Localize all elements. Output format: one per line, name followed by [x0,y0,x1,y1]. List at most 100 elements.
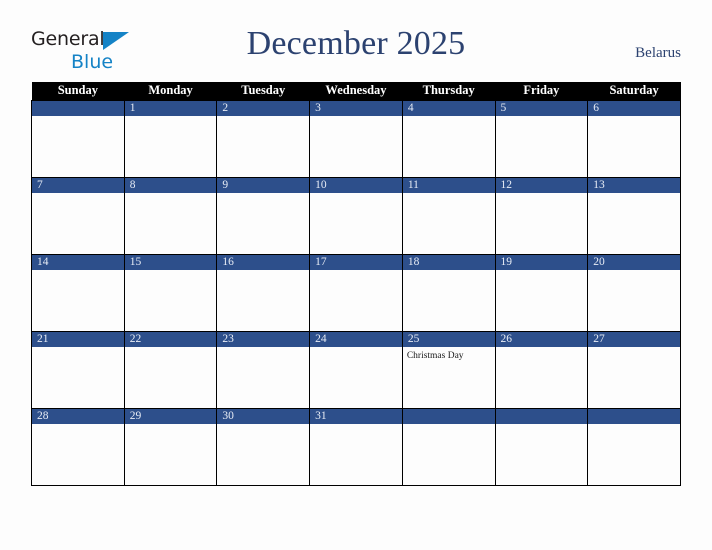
region-label: Belarus [635,45,681,61]
calendar-day-cell[interactable]: 17 [309,253,403,332]
day-number: 25 [402,331,495,347]
calendar-day-cell[interactable]: 20 [587,253,681,332]
day-events [403,193,495,196]
calendar-day-cell[interactable]: 11 [401,176,496,255]
calendar-day-cell[interactable]: 29 [123,407,218,486]
day-number: 5 [495,100,588,116]
calendar-day-cell[interactable]: 8 [123,176,218,255]
calendar-day-cell[interactable]: 1 [123,99,218,178]
day-number: 23 [217,331,310,347]
day-number: 4 [402,100,495,116]
day-events [217,116,309,119]
day-events: Christmas Day [403,347,495,362]
page-title: December 2025 [246,25,466,62]
day-number: 22 [124,331,217,347]
day-number: 16 [217,254,310,270]
calendar-day-cell[interactable]: 18 [401,253,496,332]
day-number: 18 [402,254,495,270]
day-events [32,270,124,273]
day-number: 3 [310,100,402,116]
calendar-day-cell[interactable]: 5 [494,99,589,178]
day-events [496,193,588,196]
weekday-header-thursday: Thursday [402,82,496,100]
calendar-day-cell[interactable] [31,99,125,178]
calendar-day-cell[interactable]: 23 [216,330,311,409]
calendar-day-cell[interactable]: 12 [494,176,589,255]
day-events [496,347,588,350]
calendar-day-cell[interactable]: 14 [31,253,125,332]
day-number: 28 [32,408,124,424]
calendar-day-cell[interactable]: 30 [216,407,311,486]
day-events [125,270,217,273]
day-events [310,347,402,350]
day-number: 9 [217,177,310,193]
day-events [125,193,217,196]
day-number: 17 [310,254,402,270]
day-events [32,193,124,196]
weekday-header-wednesday: Wednesday [309,82,403,100]
calendar-day-cell[interactable]: 21 [31,330,125,409]
day-events [310,116,402,119]
calendar-day-cell[interactable] [494,407,589,486]
day-number [588,408,680,424]
calendar-day-cell[interactable]: 15 [123,253,218,332]
day-events [125,424,217,427]
day-number [32,100,124,116]
day-number: 1 [124,100,217,116]
day-events [403,116,495,119]
day-events [588,193,680,196]
calendar-day-cell[interactable]: 26 [494,330,589,409]
calendar-day-cell[interactable] [401,407,496,486]
calendar-day-cell[interactable]: 9 [216,176,311,255]
calendar-week-row: 123456 [31,99,681,178]
day-number: 8 [124,177,217,193]
calendar-day-cell[interactable]: 19 [494,253,589,332]
calendar-day-cell[interactable]: 24 [309,330,403,409]
calendar-day-cell[interactable]: 13 [587,176,681,255]
calendar-day-cell[interactable]: 3 [309,99,403,178]
calendar-day-cell[interactable]: 27 [587,330,681,409]
calendar-day-cell[interactable] [587,407,681,486]
weekday-header-tuesday: Tuesday [216,82,310,100]
day-events [310,270,402,273]
weekday-header-monday: Monday [124,82,217,100]
day-number: 31 [310,408,402,424]
calendar-week-row: 21 22 23 24 25 Christmas Day 26 27 [31,330,681,409]
calendar-day-cell[interactable]: 6 [587,99,681,178]
day-number: 30 [217,408,310,424]
calendar-day-cell[interactable]: 22 [123,330,218,409]
day-events [588,270,680,273]
calendar-day-cell[interactable]: 2 [216,99,311,178]
day-number: 20 [588,254,680,270]
day-events [588,347,680,350]
day-events [496,270,588,273]
day-number: 27 [588,331,680,347]
calendar-day-cell[interactable]: 7 [31,176,125,255]
day-events [217,347,309,350]
day-number: 10 [310,177,402,193]
day-number: 12 [495,177,588,193]
day-number: 29 [124,408,217,424]
calendar-day-cell[interactable]: 25 Christmas Day [401,330,496,409]
day-number: 19 [495,254,588,270]
day-number: 24 [310,331,402,347]
calendar-body: 1 2 3 4 5 6 7 8 9 10 11 12 13 14 15 16 17 18 19 20 21 22 23 24 2… [31,99,681,486]
calendar-day-cell[interactable]: 10 [309,176,403,255]
calendar-day-cell[interactable]: 4 [401,99,496,178]
calendar-day-cell[interactable]: 16 [216,253,311,332]
day-number [402,408,495,424]
calendar-day-cell[interactable]: 28 [31,407,125,486]
day-events [310,193,402,196]
day-events [32,116,124,119]
day-events [217,270,309,273]
day-events [125,347,217,350]
day-events [496,116,588,119]
day-events [125,116,217,119]
day-number: 13 [588,177,680,193]
day-events [403,270,495,273]
day-number: 7 [32,177,124,193]
calendar-day-cell[interactable]: 31 [309,407,403,486]
day-events [496,424,588,427]
page-header: General Blue December 2025 Belarus [0,0,712,78]
calendar-weekday-header-row: Sunday Monday Tuesday Wednesday Thursday… [31,82,681,100]
